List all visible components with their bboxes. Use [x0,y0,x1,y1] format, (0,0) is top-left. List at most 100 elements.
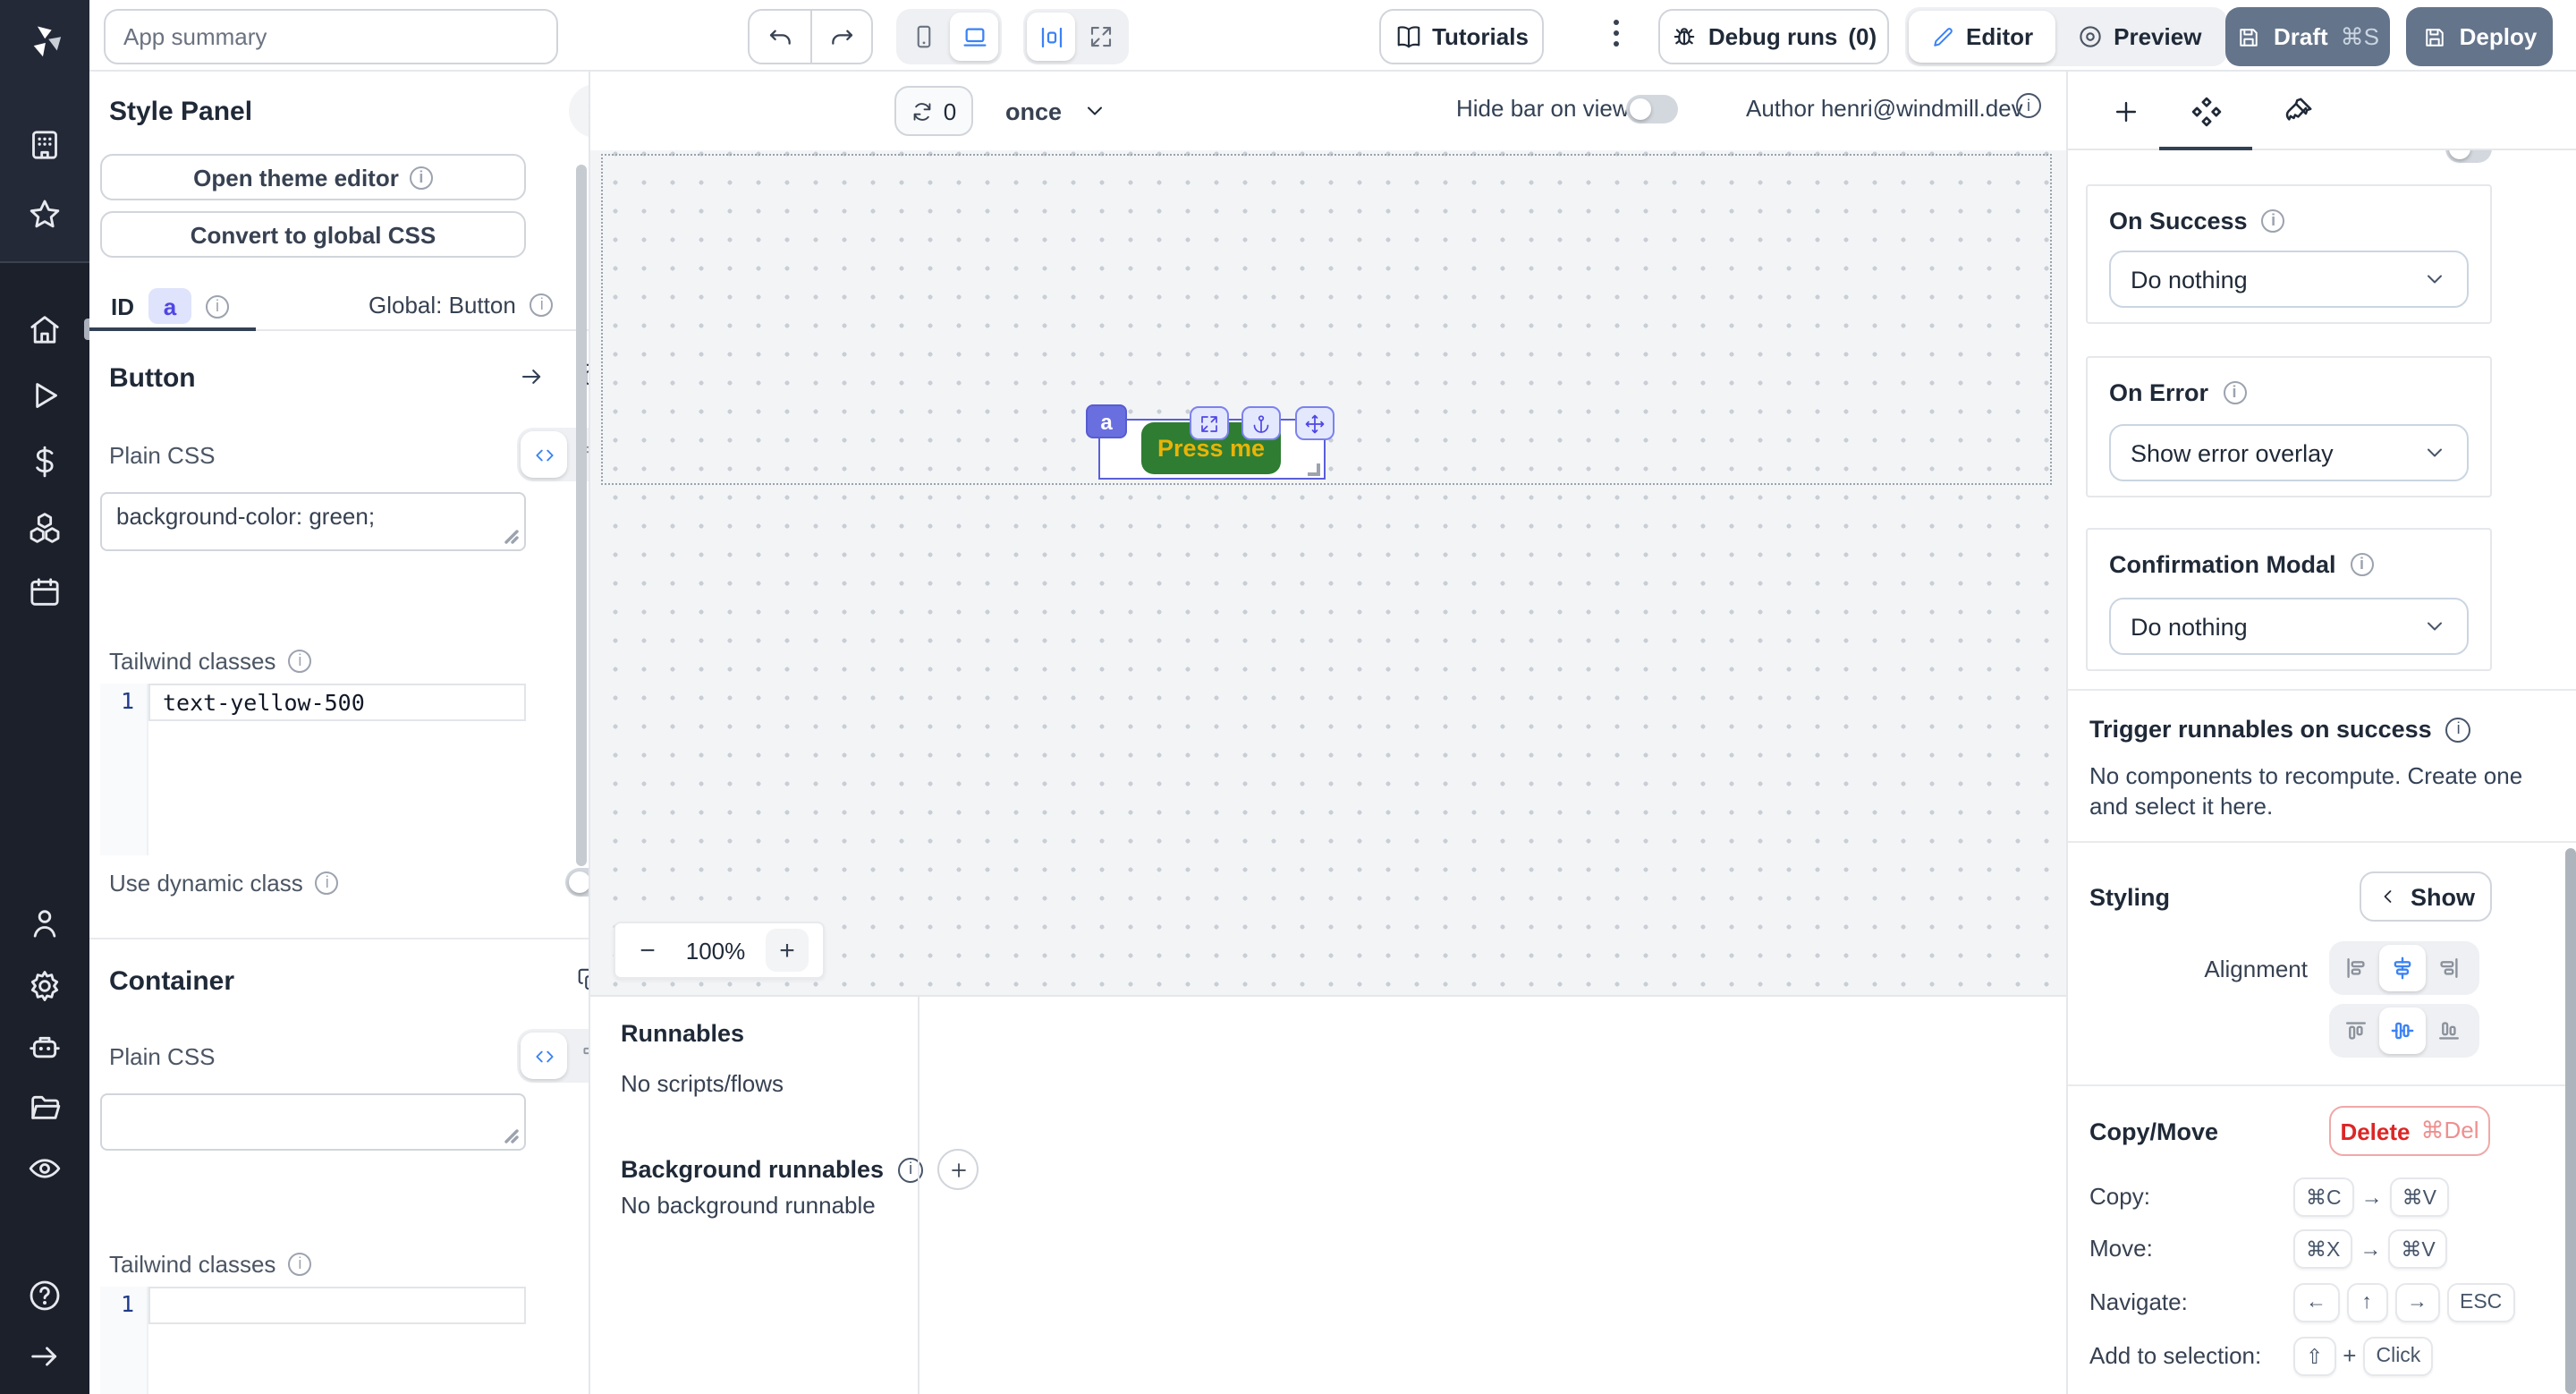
workspace-icon[interactable] [27,127,63,163]
collapse-arrow-icon[interactable] [27,1339,63,1374]
favorites-star-icon[interactable] [27,197,63,233]
arrow-right-glyph: → [2360,1236,2381,1261]
component-settings-panel: On Success Do nothing On Error Show erro… [2066,72,2576,1394]
canvas-area[interactable]: a Press me − 100% + [590,150,2066,995]
on-error-card: On Error Show error overlay [2086,356,2492,497]
tailwind-editor[interactable]: 1 [100,1287,526,1394]
kbd-shift: ⇧ [2293,1336,2335,1375]
runs-icon[interactable] [27,378,63,413]
add-background-runnable-button[interactable] [937,1149,979,1190]
style-panel-scrollbar[interactable] [576,165,587,866]
move-handle[interactable] [1295,406,1335,440]
info-icon [2446,717,2471,742]
section-divider [89,938,590,939]
more-menu-button[interactable] [1601,14,1630,47]
deploy-button[interactable]: Deploy [2406,7,2553,66]
on-success-select[interactable]: Do nothing [2109,251,2469,308]
mobile-view-button[interactable] [900,13,948,61]
styling-tab[interactable] [2277,89,2320,132]
insert-component-tab[interactable] [2104,89,2147,132]
resize-handle-icon[interactable] [1304,460,1320,476]
resources-icon[interactable] [27,510,63,546]
tailwind-editor[interactable]: 1 text-yellow-500 [100,684,526,855]
canvas-toolbar: 0 once Hide bar on view Author henri@win… [590,72,2066,150]
app-summary-input[interactable] [104,9,558,64]
tab-id[interactable]: ID a [111,288,229,324]
draft-label: Draft [2274,23,2328,50]
code-mode-icon[interactable] [521,1033,567,1079]
refresh-counter-button[interactable]: 0 [894,86,973,136]
css-mode-toggle [517,1029,590,1083]
resize-handle-icon[interactable] [504,530,519,544]
align-top-button[interactable] [2333,1007,2379,1054]
plain-css-textarea[interactable]: background-color: green; [100,492,526,551]
info-icon [530,293,554,317]
draft-button[interactable]: Draft ⌘S [2225,7,2390,66]
delete-button[interactable]: Delete ⌘Del [2329,1106,2490,1156]
jump-to-component-icon[interactable] [519,363,546,390]
copy-section-icon[interactable] [576,966,590,993]
section-divider [2068,689,2576,691]
windmill-logo[interactable] [27,21,63,57]
chevron-left-icon [2377,886,2398,907]
component-id-badge: a [1086,404,1127,438]
expand-handle[interactable] [1190,406,1229,440]
trigger-runnables-row: Trigger runnables on success [2089,716,2471,743]
deploy-label: Deploy [2460,23,2538,50]
code-mode-icon[interactable] [521,431,567,478]
editor-tab[interactable]: Editor [1909,11,2055,63]
kbd-cmd-c: ⌘C [2293,1177,2354,1216]
align-right-button[interactable] [2426,945,2472,991]
component-settings-tab[interactable] [2184,89,2227,132]
plus-glyph: + [2343,1342,2356,1369]
hide-bar-toggle[interactable] [1626,95,1678,123]
zoom-in-button[interactable]: + [766,929,809,972]
runnables-empty-text: No scripts/flows [621,1070,784,1097]
align-bottom-button[interactable] [2426,1007,2472,1054]
plain-css-label: Plain CSS [109,1043,216,1070]
audit-eye-icon[interactable] [27,1151,63,1186]
tailwind-code-line[interactable]: text-yellow-500 [148,684,526,721]
tab-global-button[interactable]: Global: Button [369,292,554,319]
scrolled-toggle-partial[interactable] [2445,150,2492,163]
align-center-button[interactable] [2379,945,2426,991]
paint-mode-icon[interactable] [567,1033,590,1079]
align-middle-button[interactable] [2379,1007,2426,1054]
undo-button[interactable] [750,11,810,63]
tutorials-button[interactable]: Tutorials [1379,9,1544,64]
debug-runs-button[interactable]: Debug runs (0) [1658,9,1889,64]
runnables-panel-divider [918,997,919,1394]
folders-icon[interactable] [27,1090,63,1126]
fullscreen-canvas-button[interactable] [1077,13,1125,61]
confirmation-modal-value: Do nothing [2131,613,2248,640]
right-panel-scrollbar[interactable] [2565,848,2576,1394]
plain-css-textarea[interactable] [100,1093,526,1151]
open-theme-editor-button[interactable]: Open theme editor [100,154,526,200]
help-icon[interactable] [27,1278,63,1313]
anchor-handle[interactable] [1241,406,1281,440]
tailwind-label-row: Tailwind classes [109,648,311,675]
runnables-title: Runnables [621,1020,744,1047]
style-panel-title: Style Panel [109,97,252,127]
resize-handle-icon[interactable] [504,1129,519,1143]
preview-tab[interactable]: Preview [2055,11,2223,63]
confirmation-modal-select[interactable]: Do nothing [2109,598,2469,655]
close-style-panel-button[interactable] [569,84,590,138]
home-icon[interactable] [27,311,63,347]
schedules-calendar-icon[interactable] [27,574,63,610]
styling-show-button[interactable]: Show [2360,871,2492,922]
tailwind-code-line[interactable] [148,1287,526,1324]
variables-icon[interactable] [27,444,63,480]
zoom-out-button[interactable]: − [630,935,665,965]
center-canvas-button[interactable] [1027,13,1075,61]
settings-gear-icon[interactable] [27,968,63,1004]
workers-robot-icon[interactable] [27,1029,63,1065]
redo-button[interactable] [810,11,871,63]
user-icon[interactable] [27,905,63,941]
align-left-button[interactable] [2333,945,2379,991]
convert-to-global-css-button[interactable]: Convert to global CSS [100,211,526,258]
use-dynamic-class-toggle[interactable] [565,868,590,897]
on-error-select[interactable]: Show error overlay [2109,424,2469,481]
desktop-view-button[interactable] [950,13,998,61]
run-mode-dropdown[interactable]: once [1005,86,1106,136]
